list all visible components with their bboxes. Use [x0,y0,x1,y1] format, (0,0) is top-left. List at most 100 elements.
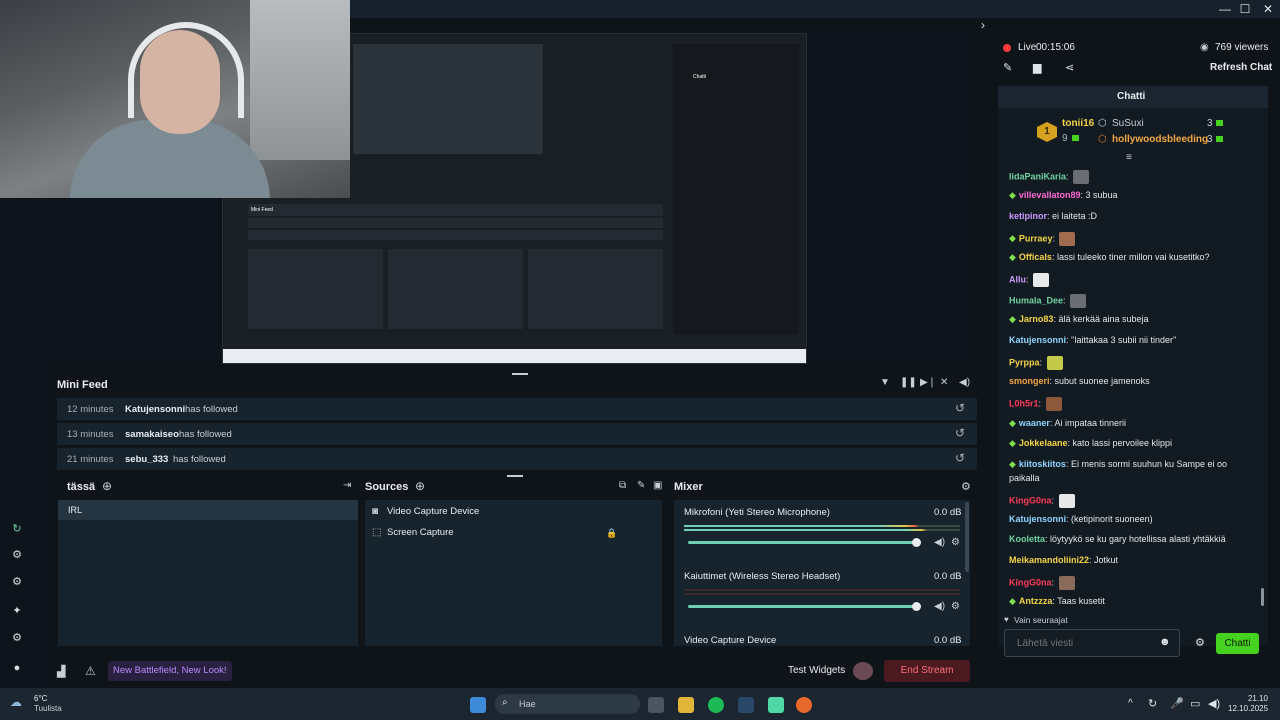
collapse-panel-icon[interactable]: ⇥ [343,480,351,491]
chat-username[interactable]: KingG0na [1009,495,1052,505]
promo-banner[interactable]: New Battlefield, New Look! [108,661,232,681]
emoji-icon[interactable]: ☻ [1159,636,1171,648]
chat-username[interactable]: Pyrppa [1009,357,1040,367]
source-item[interactable]: ⬚ Screen Capture 🔒 [371,525,661,543]
share-icon[interactable]: ⋖ [1065,61,1074,74]
mute-alerts-icon[interactable]: ✕ [940,377,948,388]
source-item[interactable]: ◙ Video Capture Device [371,504,661,522]
chat-username[interactable]: villevallaton89 [1019,190,1081,200]
chat-username[interactable]: waaner [1019,418,1050,428]
chat-username[interactable]: Meikamandoliini22 [1009,555,1089,565]
edit-icon[interactable]: ✎ [1003,61,1012,74]
channel-settings-icon[interactable]: ⚙ [951,537,960,548]
gift-icon [1216,120,1223,126]
drag-handle[interactable] [507,475,523,477]
chat-username[interactable]: KingG0na [1009,577,1052,587]
replay-icon[interactable]: ↺ [955,426,965,440]
end-stream-button[interactable]: End Stream [884,660,970,682]
refresh-chat-button[interactable]: Refresh Chat [1210,62,1272,73]
weather-icon[interactable]: ☁ [10,695,22,709]
chat-text: subut suonee jamenoks [1054,376,1150,386]
sound-icon[interactable]: ◀) [1208,697,1220,710]
chat-username[interactable]: Humala_Dee [1009,295,1063,305]
microphone-icon[interactable]: 🎤 [1170,697,1184,710]
chat-username[interactable]: kiitoskiitos [1019,459,1066,469]
scenes-panel: IRL [58,500,358,646]
dashboard-icon[interactable]: ↻ [10,522,24,536]
brush-icon[interactable]: ✎ [637,480,645,491]
tray-chevron-icon[interactable]: ^ [1128,698,1133,709]
pause-icon[interactable]: ❚❚ [900,377,917,388]
chat-username[interactable]: Officals [1019,252,1052,262]
stats-icon[interactable]: ▟ [57,665,65,678]
chat-text: Ai impataa tinnerii [1054,418,1127,428]
speaker-icon[interactable]: ◀) [934,537,945,548]
maximize-button[interactable]: ☐ [1233,0,1257,18]
volume-slider[interactable] [688,602,921,611]
chat-username[interactable]: Jokkelaane [1019,438,1068,448]
expand-leaderboard-icon[interactable]: ≡ [1126,152,1132,163]
editor-icon[interactable]: ⚙ [10,548,24,562]
close-button[interactable]: ✕ [1256,0,1280,18]
chat-username[interactable]: Antzzza [1019,596,1053,606]
chat-settings-icon[interactable]: ⚙ [1195,636,1205,649]
collapse-right-chevron-icon[interactable]: › [981,18,993,34]
volume-icon[interactable]: ◀) [959,377,970,388]
settings-icon[interactable]: ⚙ [10,631,24,645]
streamlabs-icon[interactable] [768,697,784,713]
mixer-settings-icon[interactable]: ⚙ [961,480,971,493]
steam-icon[interactable] [738,697,754,713]
chat-scrollbar[interactable] [1261,588,1264,606]
drag-handle[interactable] [512,373,528,375]
replay-icon[interactable]: ↺ [955,451,965,465]
speaker-icon[interactable]: ◀) [934,601,945,612]
copy-icon[interactable]: ⧉ [619,480,626,491]
scene-item-selected[interactable]: IRL [58,500,358,520]
test-widgets-button[interactable]: Test Widgets [788,665,845,676]
add-scene-icon[interactable]: ⊕ [102,479,112,493]
chat-message: ◆ villevallaton89: 3 subua [1009,190,1118,201]
add-source-icon[interactable]: ⊕ [415,479,425,493]
sync-icon[interactable]: ↻ [1148,697,1157,710]
rec-icon[interactable] [853,662,873,680]
skip-icon[interactable]: ▶❘ [920,377,936,388]
lock-icon[interactable]: 🔒 [606,528,617,539]
feed-row: 13 minutes samakaiseo has followed ↺ [57,423,977,445]
chat-message: IidaPaniKaria: [1009,170,1090,184]
mixer-scrollbar[interactable] [965,502,969,572]
send-chat-button[interactable]: Chatti [1216,633,1259,654]
account-icon[interactable]: ● [10,661,24,675]
chat-username[interactable]: ketipinor [1009,211,1047,221]
chat-message: ◆ Purraey: [1009,232,1076,246]
chat-username[interactable]: L0h5r1 [1009,398,1039,408]
folder-icon[interactable]: ▣ [653,480,662,491]
magic-icon[interactable]: ✦ [10,604,24,618]
alert-icon[interactable]: ⚠ [85,664,96,678]
level-meter [684,529,960,531]
firefox-icon[interactable] [796,697,812,713]
file-explorer-icon[interactable] [678,697,694,713]
chat-username[interactable]: Katujensonni [1009,514,1066,524]
taskbar-search[interactable]: ⌕ Hae [495,694,640,714]
spotify-icon[interactable] [708,697,724,713]
themes-icon[interactable]: ⚙ [10,575,24,589]
media-icon[interactable]: ▆ [1033,61,1041,74]
chat-username[interactable]: smongeri [1009,376,1050,386]
windows-start-icon[interactable] [470,697,486,713]
filter-icon[interactable]: ▼ [880,377,890,388]
replay-icon[interactable]: ↺ [955,401,965,415]
followers-only-label: Vain seuraajat [1014,615,1068,625]
chat-username[interactable]: Purraey [1019,233,1053,243]
windows-taskbar [0,688,1280,720]
chat-username[interactable]: Jarno83 [1019,314,1054,324]
volume-slider[interactable] [688,538,921,547]
task-view-icon[interactable] [648,697,664,713]
chat-username[interactable]: Kooletta [1009,534,1045,544]
chat-separator: : [1051,577,1057,588]
chat-username[interactable]: Allu [1009,274,1026,284]
network-icon[interactable]: ▭ [1190,697,1200,710]
chat-username[interactable]: IidaPaniKaria [1009,171,1066,181]
chat-username[interactable]: Katujensonni [1009,335,1066,345]
channel-settings-icon[interactable]: ⚙ [951,601,960,612]
chat-input[interactable] [1004,629,1180,657]
